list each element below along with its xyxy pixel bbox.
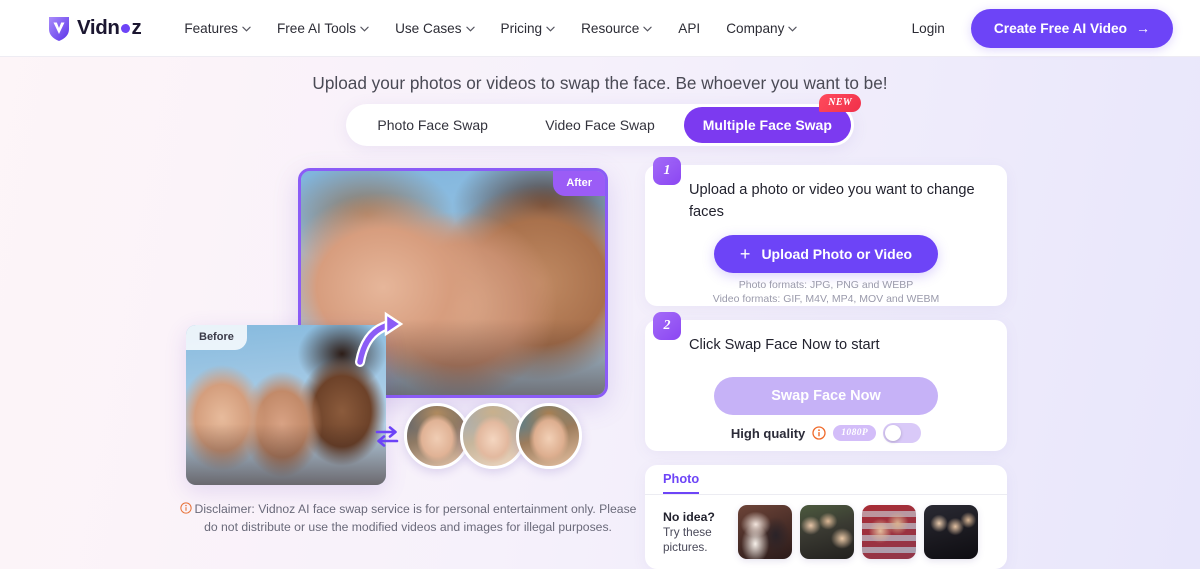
chevron-down-icon — [643, 26, 652, 32]
quality-settings-row: High quality 1080P — [645, 423, 1007, 443]
hero-subheadline: Upload your photos or videos to swap the… — [312, 73, 888, 93]
vidnoz-logo-icon — [49, 16, 69, 41]
upload-photo-or-video-button[interactable]: + Upload Photo or Video — [714, 235, 938, 273]
example-photo-flag[interactable] — [862, 505, 916, 559]
vidnoz-logo[interactable]: Vidn z — [46, 15, 142, 42]
step-1-card: 1 Upload a photo or video you want to ch… — [645, 157, 1007, 306]
nav-item-free-ai-tools[interactable]: Free AI Tools — [264, 15, 382, 42]
info-circle-icon[interactable] — [812, 426, 826, 440]
nav-item-api[interactable]: API — [665, 15, 713, 42]
step-2-card: 2 Click Swap Face Now to start Swap Face… — [645, 312, 1007, 451]
nav-label: Free AI Tools — [276, 20, 357, 36]
step-2-title: Click Swap Face Now to start — [689, 337, 880, 353]
logo-o-dot — [120, 24, 130, 33]
tab-photo-face-swap[interactable]: Photo Face Swap — [349, 107, 516, 143]
resolution-pill: 1080P — [833, 425, 877, 441]
swap-exchange-icon — [375, 426, 399, 447]
chevron-down-icon — [546, 26, 555, 32]
high-quality-toggle[interactable] — [883, 423, 922, 443]
nav-label: Pricing — [500, 20, 543, 36]
disclaimer: Disclaimer: Vidnoz AI face swap service … — [178, 500, 638, 536]
toggle-knob — [885, 425, 902, 441]
example-body: No idea? Try these pictures. — [645, 495, 1007, 559]
tab-photo-examples[interactable]: Photo — [663, 471, 700, 494]
after-label: After — [553, 171, 605, 196]
face-options-row — [374, 403, 582, 469]
tab-multiple-face-swap[interactable]: Multiple Face Swap NEW — [683, 94, 861, 143]
nav-label: API — [678, 20, 701, 36]
logo-text-b: z — [131, 16, 142, 39]
logo-wordmark: Vidn z — [77, 16, 142, 40]
steps-panel: 1 Upload a photo or video you want to ch… — [645, 157, 1007, 569]
swap-arrow-icon — [355, 311, 404, 367]
face-swap-tabs: Photo Face Swap Video Face Swap Multiple… — [346, 94, 861, 146]
swap-button-label: Swap Face Now — [771, 388, 881, 404]
main-nav: Features Free AI Tools Use Cases Pricing… — [171, 15, 810, 42]
example-photo-group[interactable] — [800, 505, 854, 559]
nav-label: Company — [726, 20, 785, 36]
info-circle-icon — [179, 502, 192, 514]
header-actions: Login Create Free AI Video → — [908, 8, 1173, 48]
example-prompt-text: No idea? Try these pictures. — [663, 510, 725, 555]
example-photo-school[interactable] — [924, 505, 978, 559]
example-sub-line-2: pictures. — [663, 539, 708, 554]
cta-label: Create Free AI Video — [993, 20, 1127, 36]
logo-text-a: Vidn — [77, 16, 120, 39]
nav-item-use-cases[interactable]: Use Cases — [382, 15, 487, 42]
nav-item-resource[interactable]: Resource — [568, 15, 665, 42]
example-thumbnails — [738, 505, 978, 559]
video-formats-line: Video formats: GIF, M4V, MP4, MOV and WE… — [712, 293, 940, 305]
tab-video-face-swap[interactable]: Video Face Swap — [516, 107, 683, 143]
face-option-3[interactable] — [516, 403, 582, 469]
tab-label: Multiple Face Swap — [702, 117, 832, 133]
page-root: Vidn z Features Free AI Tools Use Cases P… — [0, 0, 1200, 569]
before-label: Before — [186, 325, 247, 350]
new-badge: NEW — [819, 94, 861, 112]
photo-formats-line: Photo formats: JPG, PNG and WEBP — [738, 279, 914, 291]
preview-area: After Before — [186, 160, 636, 500]
step-1-title: Upload a photo or video you want to chan… — [689, 182, 975, 220]
plus-icon: + — [739, 244, 751, 264]
step-1-badge: 1 — [653, 157, 681, 185]
login-link[interactable]: Login — [908, 15, 949, 42]
chevron-down-icon — [788, 26, 798, 32]
swap-face-now-button[interactable]: Swap Face Now — [714, 377, 938, 415]
nav-item-pricing[interactable]: Pricing — [488, 15, 569, 42]
example-sub-line-1: Try these — [663, 524, 712, 539]
step-2-badge: 2 — [653, 312, 681, 340]
site-header: Vidn z Features Free AI Tools Use Cases P… — [0, 0, 1200, 57]
example-photos-card: Photo No idea? Try these pictures. — [645, 465, 1007, 569]
chevron-down-icon — [360, 26, 369, 32]
chevron-down-icon — [465, 26, 475, 32]
example-heading: No idea? — [663, 509, 715, 524]
nav-label: Resource — [581, 20, 640, 36]
quality-label: High quality — [730, 425, 806, 441]
chevron-down-icon — [242, 26, 251, 32]
example-tabs: Photo — [645, 465, 1007, 495]
create-free-ai-video-button[interactable]: Create Free AI Video → — [970, 8, 1173, 48]
nav-item-company[interactable]: Company — [713, 15, 810, 42]
arrow-right-icon: → — [1136, 20, 1150, 36]
tab-label: Photo Face Swap — [377, 117, 488, 133]
example-photo-wedding[interactable] — [738, 505, 792, 559]
disclaimer-text: Disclaimer: Vidnoz AI face swap service … — [194, 502, 637, 534]
nav-item-features[interactable]: Features — [171, 15, 264, 42]
nav-label: Features — [184, 20, 238, 36]
tab-label: Video Face Swap — [545, 117, 655, 133]
supported-formats: Photo formats: JPG, PNG and WEBP Video f… — [645, 278, 1007, 306]
upload-button-label: Upload Photo or Video — [761, 246, 913, 262]
nav-label: Use Cases — [395, 20, 462, 36]
